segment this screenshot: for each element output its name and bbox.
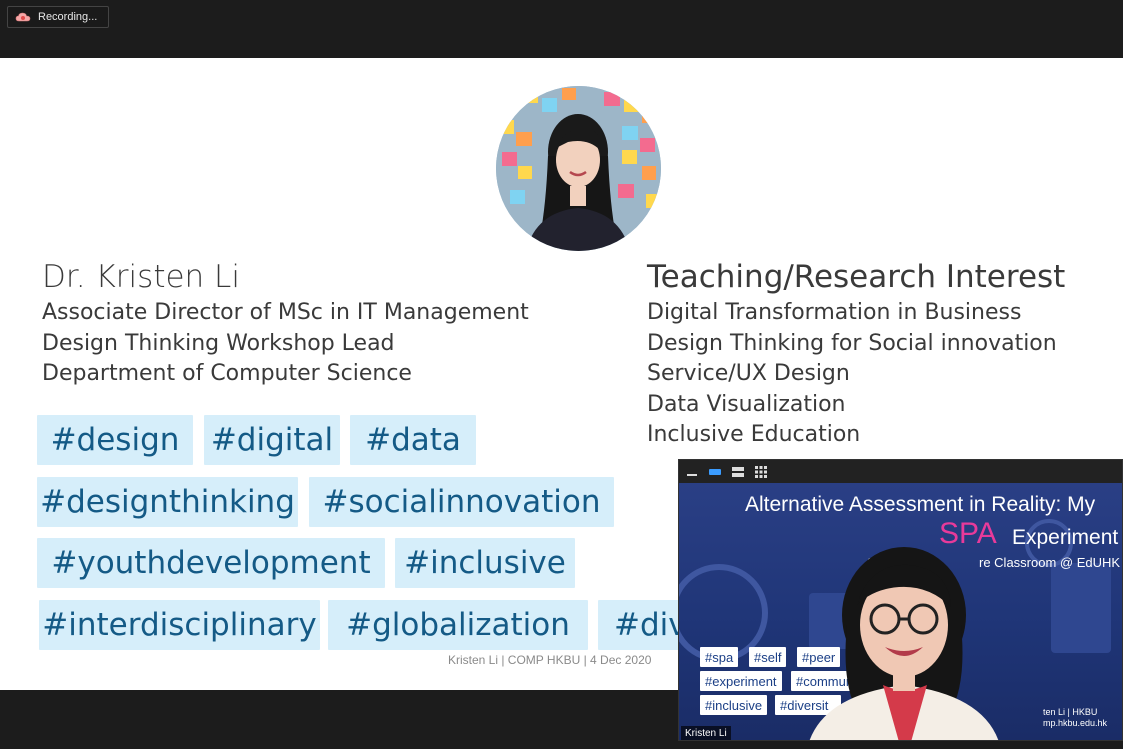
interest-item: Design Thinking for Social innovation xyxy=(647,330,1057,356)
profile-name: Dr. Kristen Li xyxy=(42,259,240,295)
participant-video xyxy=(809,547,999,740)
profile-role: Design Thinking Workshop Lead xyxy=(42,330,395,356)
slide-footer: Kristen Li | COMP HKBU | 4 Dec 2020 xyxy=(448,653,652,667)
speaker-view-icon[interactable] xyxy=(708,466,722,478)
interest-item: Data Visualization xyxy=(647,391,846,417)
video-hashtag: #spa xyxy=(700,647,739,667)
video-slide-experiment: Experiment xyxy=(1012,526,1119,549)
profile-details: Dr. Kristen Li Associate Director of MSc… xyxy=(42,256,529,390)
video-tile[interactable]: Alternative Assessment in Reality: My SP… xyxy=(678,459,1123,741)
interest-item: Service/UX Design xyxy=(647,361,850,386)
interests-section: Teaching/Research Interest Digital Trans… xyxy=(647,256,1065,451)
hashtag: #div xyxy=(598,600,688,650)
video-hashtag: #inclusive xyxy=(700,695,768,715)
profile-role: Department of Computer Science xyxy=(42,361,412,386)
recording-cloud-icon xyxy=(15,12,31,22)
participant-name-label: Kristen Li xyxy=(681,726,731,740)
interests-title: Teaching/Research Interest xyxy=(647,259,1066,295)
hashtag: #inclusive xyxy=(395,538,575,588)
profile-photo-image xyxy=(496,86,661,251)
hashtag: #digital xyxy=(204,415,340,465)
video-feed: Alternative Assessment in Reality: My SP… xyxy=(679,483,1122,740)
meeting-window: Recording... Dr. Kristen Li Associate Di… xyxy=(0,0,1123,749)
hashtag: #data xyxy=(350,415,476,465)
gallery-view-icon[interactable] xyxy=(754,465,768,478)
video-credit-line: ten Li | HKBU xyxy=(1043,707,1098,717)
hashtag: #socialinnovation xyxy=(309,477,614,527)
recording-label: Recording... xyxy=(38,11,98,23)
interest-item: Inclusive Education xyxy=(647,422,861,447)
video-hashtag: #self xyxy=(749,647,787,667)
profile-photo xyxy=(496,86,661,251)
hashtag: #interdisciplinary xyxy=(39,600,320,650)
video-view-toolbar xyxy=(679,460,1122,483)
hashtag: #youthdevelopment xyxy=(37,538,385,588)
video-credit-line: mp.hkbu.edu.hk xyxy=(1043,718,1108,728)
video-hashtag: #experiment xyxy=(700,671,782,691)
profile-role: Associate Director of MSc in IT Manageme… xyxy=(42,300,529,325)
hashtag: #globalization xyxy=(328,600,588,650)
strip-view-icon[interactable] xyxy=(731,466,745,478)
recording-indicator[interactable]: Recording... xyxy=(7,6,109,28)
interest-item: Digital Transformation in Business xyxy=(647,300,1022,325)
minimize-icon[interactable] xyxy=(685,466,699,478)
hashtag: #designthinking xyxy=(37,477,298,527)
video-slide-title: Alternative Assessment in Reality: My xyxy=(745,493,1096,516)
video-slide-credit: ten Li | HKBU mp.hkbu.edu.hk xyxy=(1043,707,1107,729)
hashtag: #design xyxy=(37,415,193,465)
